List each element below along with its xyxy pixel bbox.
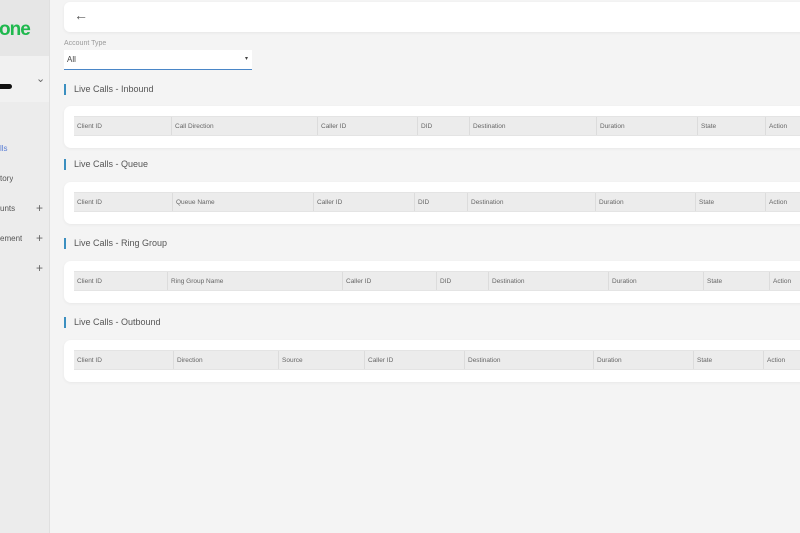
account-type-label: Account Type xyxy=(64,40,107,47)
back-arrow-icon[interactable]: ← xyxy=(74,7,88,23)
column-header[interactable]: Destination xyxy=(470,117,597,135)
column-header[interactable]: Action xyxy=(766,117,800,135)
column-header[interactable]: State xyxy=(694,351,764,369)
table-header: Client ID Direction Source Caller ID Destina… xyxy=(74,350,800,370)
column-header[interactable]: DID xyxy=(418,117,470,135)
column-header[interactable]: State xyxy=(698,117,766,135)
live-calls-table: Client ID Call Direction Caller ID DID Desti… xyxy=(64,106,800,148)
table-header: Client ID Queue Name Caller ID DID Destinati… xyxy=(74,192,800,212)
column-header[interactable]: Duration xyxy=(594,351,694,369)
column-header[interactable]: Client ID xyxy=(74,117,172,135)
column-header[interactable]: Action xyxy=(766,193,800,211)
column-header[interactable]: Client ID xyxy=(74,351,174,369)
column-header[interactable]: DID xyxy=(437,272,489,290)
section-title: Live Calls - Ring Group xyxy=(64,238,167,249)
column-header[interactable]: Destination xyxy=(489,272,609,290)
column-header[interactable]: State xyxy=(704,272,770,290)
column-header[interactable]: Caller ID xyxy=(314,193,415,211)
live-calls-table: Client ID Ring Group Name Caller ID DID Dest… xyxy=(64,261,800,303)
column-header[interactable]: Client ID xyxy=(74,193,173,211)
sidebar-item-label: lls xyxy=(0,144,8,153)
top-bar: ← xyxy=(64,2,800,32)
chevron-down-icon[interactable]: ⌄ xyxy=(36,72,45,85)
sidebar-item-label: ement xyxy=(0,234,23,243)
column-header[interactable]: Action xyxy=(770,272,800,290)
column-header[interactable]: Direction xyxy=(174,351,279,369)
logo: one xyxy=(0,19,31,40)
column-header[interactable]: Client ID xyxy=(74,272,168,290)
live-calls-table: Client ID Direction Source Caller ID Destina… xyxy=(64,340,800,382)
account-type-value: All xyxy=(67,55,76,64)
logo-area: one xyxy=(0,0,49,56)
sidebar: one ⌄ lls tory unts + ement + + xyxy=(0,0,50,533)
section-title: Live Calls - Inbound xyxy=(64,84,154,95)
table-header: Client ID Call Direction Caller ID DID Desti… xyxy=(74,116,800,136)
column-header[interactable]: Caller ID xyxy=(318,117,418,135)
plus-icon[interactable]: + xyxy=(36,201,43,215)
column-header[interactable]: Ring Group Name xyxy=(168,272,343,290)
sidebar-item-label: unts xyxy=(0,204,16,213)
user-name-redacted xyxy=(0,84,12,89)
column-header[interactable]: Queue Name xyxy=(173,193,314,211)
caret-down-icon: ▾ xyxy=(244,56,248,62)
column-header[interactable]: Call Direction xyxy=(172,117,318,135)
account-type-select[interactable]: All ▾ xyxy=(64,50,252,70)
column-header[interactable]: Duration xyxy=(609,272,704,290)
column-header[interactable]: Caller ID xyxy=(365,351,465,369)
column-header[interactable]: Duration xyxy=(597,117,698,135)
column-header[interactable]: Duration xyxy=(596,193,696,211)
column-header[interactable]: Caller ID xyxy=(343,272,437,290)
plus-icon[interactable]: + xyxy=(36,231,43,245)
section-title: Live Calls - Queue xyxy=(64,159,148,170)
plus-icon[interactable]: + xyxy=(36,261,43,275)
section-title: Live Calls - Outbound xyxy=(64,317,161,328)
user-menu[interactable]: ⌄ xyxy=(0,56,49,102)
live-calls-table: Client ID Queue Name Caller ID DID Destinati… xyxy=(64,182,800,224)
column-header[interactable]: State xyxy=(696,193,766,211)
sidebar-item-label: tory xyxy=(0,174,14,183)
column-header[interactable]: Source xyxy=(279,351,365,369)
column-header[interactable]: Destination xyxy=(468,193,596,211)
column-header[interactable]: Destination xyxy=(465,351,594,369)
table-header: Client ID Ring Group Name Caller ID DID Dest… xyxy=(74,271,800,291)
column-header[interactable]: DID xyxy=(415,193,468,211)
column-header[interactable]: Action xyxy=(764,351,800,369)
